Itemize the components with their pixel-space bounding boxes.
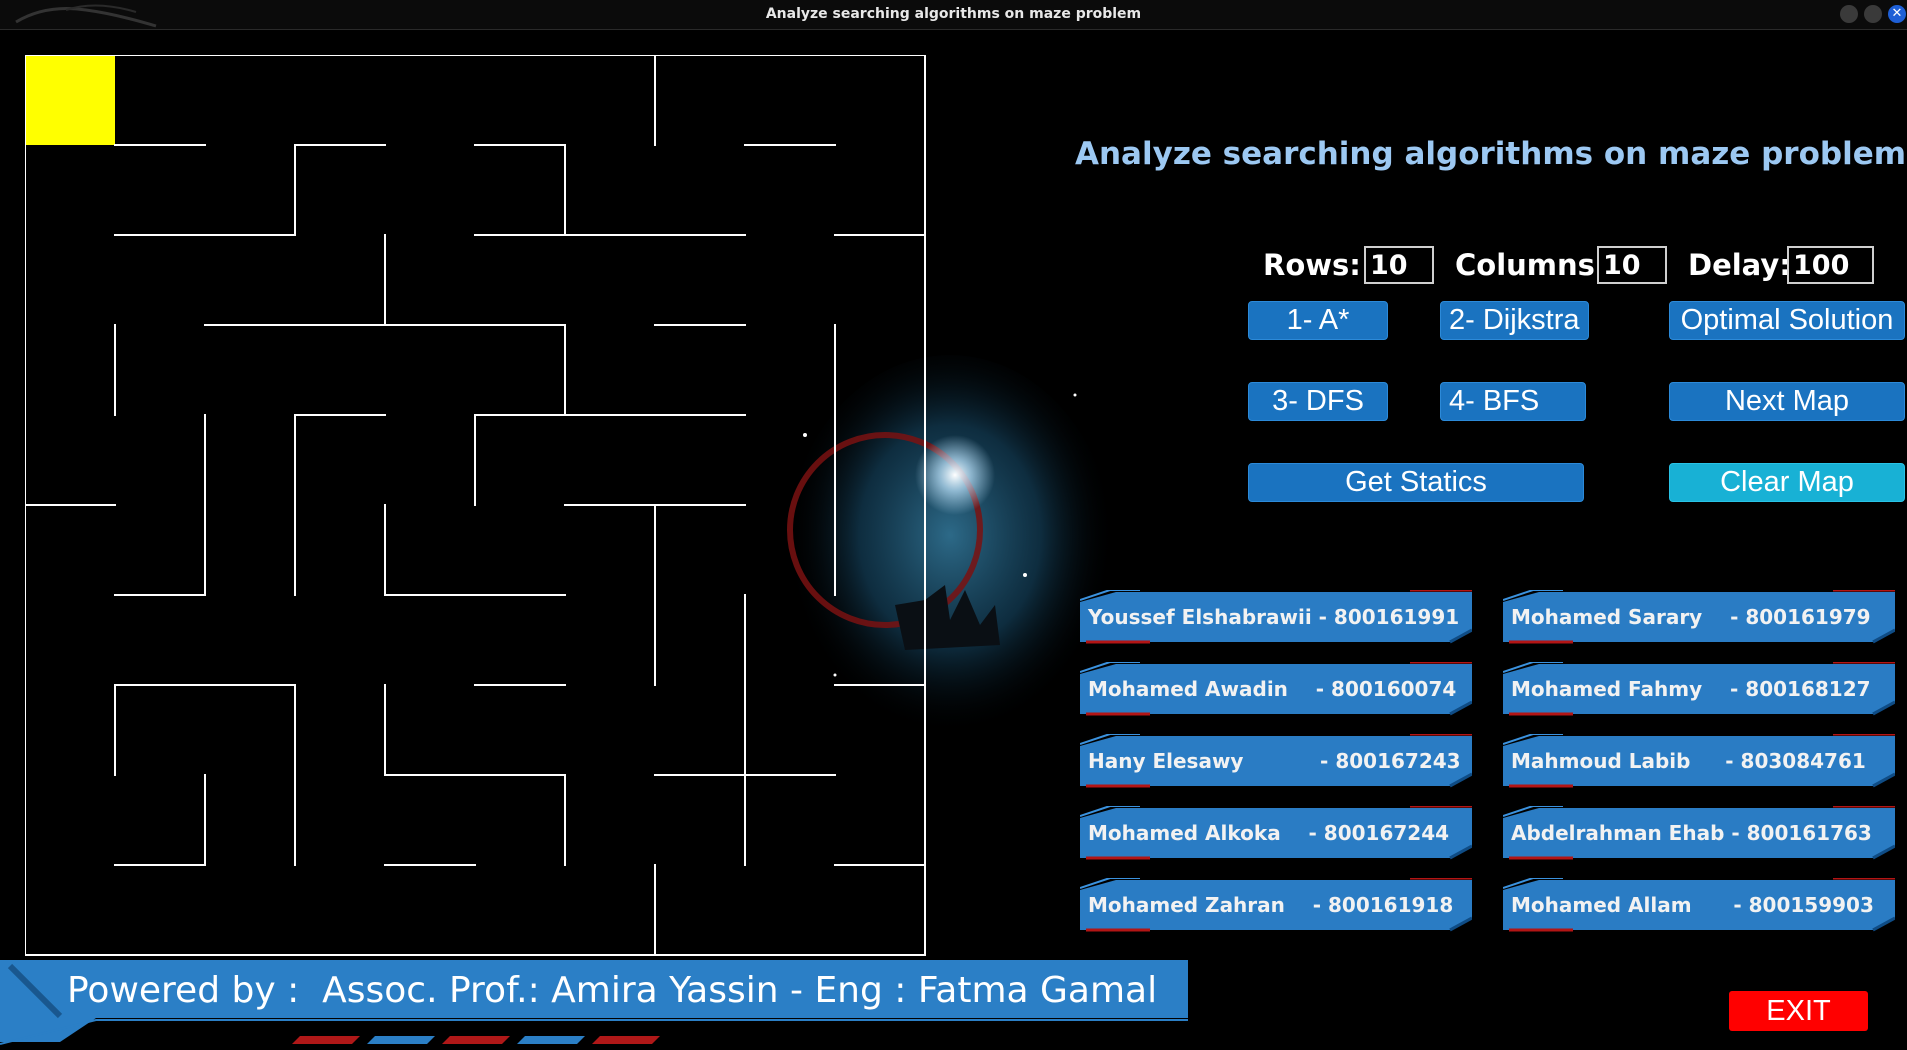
optimal-solution-button[interactable]: Optimal Solution [1669,301,1905,340]
rows-input[interactable] [1364,246,1434,284]
exit-button[interactable]: EXIT [1729,991,1868,1031]
team-member-name: Hany Elesawy - 800167243 [1088,749,1461,773]
team-member-banner: Mohamed Fahmy - 800168127 [1503,662,1895,716]
maze-grid[interactable] [25,55,927,957]
dijkstra-button[interactable]: 2- Dijkstra [1440,301,1589,340]
team-member-name: Mohamed Allam - 800159903 [1511,893,1874,917]
app-title: Analyze searching algorithms on maze pro… [1075,136,1907,172]
team-member-name: Mohamed Alkoka - 800167244 [1088,821,1450,845]
get-statics-button[interactable]: Get Statics [1248,463,1584,502]
team-member-name: Mohamed Zahran - 800161918 [1088,893,1454,917]
astar-button[interactable]: 1- A* [1248,301,1388,340]
footer-banner: Powered by : Assoc. Prof.: Amira Yassin … [0,958,1190,1046]
columns-label: Columns: [1455,248,1607,282]
team-member-banner: Mohamed Allam - 800159903 [1503,878,1895,932]
bfs-button[interactable]: 4- BFS [1440,382,1586,421]
team-member-name: Youssef Elshabrawii - 800161991 [1088,605,1460,629]
window-titlebar: Analyze searching algorithms on maze pro… [0,0,1907,30]
footer-credits: Powered by : Assoc. Prof.: Amira Yassin … [67,970,1158,1011]
delay-input[interactable] [1787,246,1874,284]
delay-label: Delay: [1688,248,1791,282]
team-member-name: Abdelrahman Ehab - 800161763 [1511,821,1872,845]
close-button[interactable]: ✕ [1888,5,1906,23]
minimize-button[interactable] [1840,5,1858,23]
team-member-banner: Mohamed Zahran - 800161918 [1080,878,1472,932]
team-member-name: Mohamed Awadin - 800160074 [1088,677,1457,701]
team-member-banner: Youssef Elshabrawii - 800161991 [1080,590,1472,644]
dfs-button[interactable]: 3- DFS [1248,382,1388,421]
clear-map-button[interactable]: Clear Map [1669,463,1905,502]
team-member-banner: Mohamed Alkoka - 800167244 [1080,806,1472,860]
team-member-name: Mahmoud Labib - 803084761 [1511,749,1866,773]
team-member-name: Mohamed Sarary - 800161979 [1511,605,1871,629]
team-member-banner: Mohamed Awadin - 800160074 [1080,662,1472,716]
team-member-banner: Mohamed Sarary - 800161979 [1503,590,1895,644]
team-member-banner: Hany Elesawy - 800167243 [1080,734,1472,788]
team-member-name: Mohamed Fahmy - 800168127 [1511,677,1871,701]
team-member-banner: Abdelrahman Ehab - 800161763 [1503,806,1895,860]
next-map-button[interactable]: Next Map [1669,382,1905,421]
team-member-banner: Mahmoud Labib - 803084761 [1503,734,1895,788]
window-title: Analyze searching algorithms on maze pro… [765,6,1142,22]
columns-input[interactable] [1597,246,1667,284]
maze-start-cell [25,55,115,145]
rows-label: Rows: [1263,248,1361,282]
maximize-button[interactable] [1864,5,1882,23]
